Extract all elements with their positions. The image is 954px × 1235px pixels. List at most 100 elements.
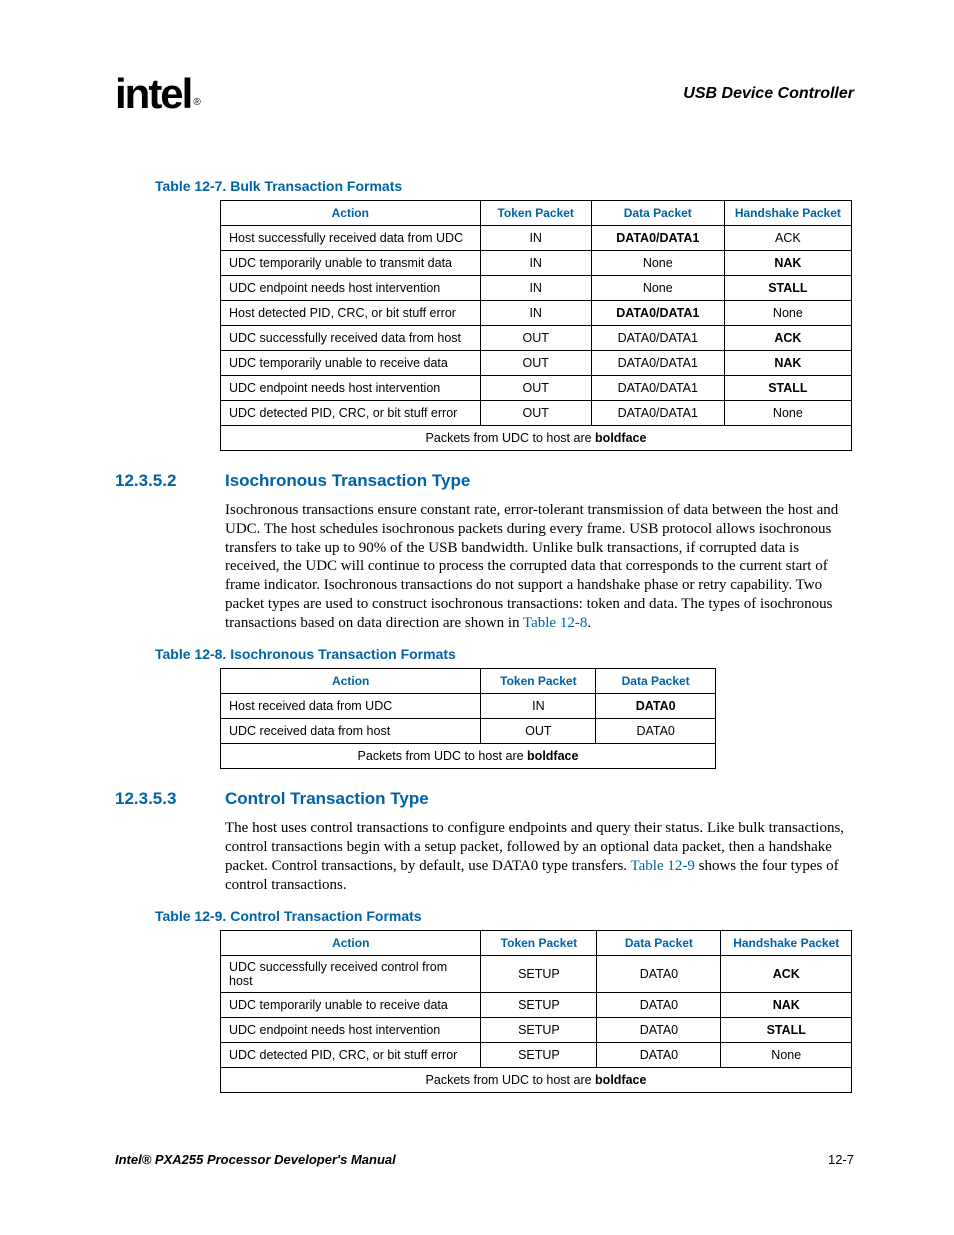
table-12-8: Action Token Packet Data Packet Host rec… [220, 668, 716, 769]
footer-page-number: 12-7 [828, 1152, 854, 1167]
section-number: 12.3.5.2 [115, 471, 225, 491]
cell-data: DATA0 [596, 719, 716, 744]
table-12-8-caption: Table 12-8. Isochronous Transaction Form… [155, 646, 854, 662]
table-footer: Packets from UDC to host are boldface [221, 744, 716, 769]
footer-bold: boldface [595, 431, 646, 445]
table-row: UDC endpoint needs host interventionSETU… [221, 1018, 852, 1043]
cell-action: UDC endpoint needs host intervention [221, 276, 481, 301]
cell-token: IN [480, 301, 591, 326]
para-post: . [587, 615, 591, 631]
cell-token: SETUP [481, 1043, 597, 1068]
cell-data: DATA0/DATA1 [591, 326, 724, 351]
col-handshake: Handshake Packet [724, 201, 851, 226]
table-row: UDC detected PID, CRC, or bit stuff erro… [221, 1043, 852, 1068]
cell-handshake: ACK [721, 956, 852, 993]
cell-token: OUT [480, 376, 591, 401]
footer-prefix: Packets from UDC to host are [426, 1073, 596, 1087]
table-row: UDC endpoint needs host interventionINNo… [221, 276, 852, 301]
col-data: Data Packet [597, 931, 721, 956]
cell-data: DATA0 [597, 993, 721, 1018]
cell-handshake: NAK [721, 993, 852, 1018]
table-header-row: Action Token Packet Data Packet Handshak… [221, 931, 852, 956]
table-header-row: Action Token Packet Data Packet Handshak… [221, 201, 852, 226]
cell-token: SETUP [481, 1018, 597, 1043]
cell-action: UDC temporarily unable to receive data [221, 351, 481, 376]
cell-action: UDC endpoint needs host intervention [221, 1018, 481, 1043]
table-row: UDC temporarily unable to receive dataSE… [221, 993, 852, 1018]
cell-handshake: None [724, 401, 851, 426]
section-12-3-5-2-para: Isochronous transactions ensure constant… [225, 501, 854, 632]
cell-token: IN [480, 226, 591, 251]
footer-bold: boldface [527, 749, 578, 763]
cell-data: DATA0 [596, 694, 716, 719]
cell-data: DATA0/DATA1 [591, 351, 724, 376]
xref-table-12-8[interactable]: Table 12-8 [523, 615, 587, 631]
cell-handshake: None [724, 301, 851, 326]
col-data: Data Packet [591, 201, 724, 226]
table-footer-row: Packets from UDC to host are boldface [221, 426, 852, 451]
cell-token: IN [480, 276, 591, 301]
table-row: Host received data from UDCINDATA0 [221, 694, 716, 719]
cell-handshake: ACK [724, 226, 851, 251]
cell-handshake: ACK [724, 326, 851, 351]
page-header: intel® USB Device Controller [115, 70, 854, 118]
cell-action: UDC temporarily unable to transmit data [221, 251, 481, 276]
table-12-9-caption: Table 12-9. Control Transaction Formats [155, 908, 854, 924]
col-action: Action [221, 669, 481, 694]
section-title: Control Transaction Type [225, 789, 429, 809]
cell-action: UDC detected PID, CRC, or bit stuff erro… [221, 1043, 481, 1068]
cell-action: UDC successfully received data from host [221, 326, 481, 351]
cell-data: None [591, 276, 724, 301]
table-12-7-caption: Table 12-7. Bulk Transaction Formats [155, 178, 854, 194]
table-row: Host detected PID, CRC, or bit stuff err… [221, 301, 852, 326]
cell-action: Host received data from UDC [221, 694, 481, 719]
cell-token: SETUP [481, 956, 597, 993]
table-footer: Packets from UDC to host are boldface [221, 426, 852, 451]
cell-handshake: None [721, 1043, 852, 1068]
table-footer: Packets from UDC to host are boldface [221, 1068, 852, 1093]
page-footer: Intel® PXA255 Processor Developer's Manu… [115, 1152, 854, 1167]
cell-action: Host detected PID, CRC, or bit stuff err… [221, 301, 481, 326]
cell-action: UDC temporarily unable to receive data [221, 993, 481, 1018]
cell-token: OUT [480, 326, 591, 351]
cell-token: OUT [480, 351, 591, 376]
col-token: Token Packet [481, 931, 597, 956]
cell-token: IN [480, 251, 591, 276]
registered-mark: ® [193, 97, 200, 108]
col-token: Token Packet [481, 669, 596, 694]
section-title: Isochronous Transaction Type [225, 471, 470, 491]
footer-manual-title: Intel® PXA255 Processor Developer's Manu… [115, 1152, 396, 1167]
table-row: Host successfully received data from UDC… [221, 226, 852, 251]
table-row: UDC received data from hostOUTDATA0 [221, 719, 716, 744]
xref-table-12-9[interactable]: Table 12-9 [631, 858, 695, 874]
cell-data: DATA0/DATA1 [591, 401, 724, 426]
table-footer-row: Packets from UDC to host are boldface [221, 744, 716, 769]
cell-handshake: STALL [721, 1018, 852, 1043]
cell-token: OUT [480, 401, 591, 426]
cell-data: DATA0 [597, 956, 721, 993]
cell-data: DATA0 [597, 1043, 721, 1068]
table-12-7: Action Token Packet Data Packet Handshak… [220, 200, 852, 451]
cell-handshake: STALL [724, 376, 851, 401]
table-footer-row: Packets from UDC to host are boldface [221, 1068, 852, 1093]
cell-token: SETUP [481, 993, 597, 1018]
cell-action: Host successfully received data from UDC [221, 226, 481, 251]
table-row: UDC endpoint needs host interventionOUTD… [221, 376, 852, 401]
footer-bold: boldface [595, 1073, 646, 1087]
table-row: UDC temporarily unable to transmit dataI… [221, 251, 852, 276]
cell-token: IN [481, 694, 596, 719]
cell-data: DATA0/DATA1 [591, 376, 724, 401]
footer-prefix: Packets from UDC to host are [426, 431, 596, 445]
cell-action: UDC endpoint needs host intervention [221, 376, 481, 401]
cell-action: UDC detected PID, CRC, or bit stuff erro… [221, 401, 481, 426]
cell-action: UDC successfully received control from h… [221, 956, 481, 993]
table-row: UDC detected PID, CRC, or bit stuff erro… [221, 401, 852, 426]
section-12-3-5-3-heading: 12.3.5.3 Control Transaction Type [115, 789, 854, 809]
table-12-9: Action Token Packet Data Packet Handshak… [220, 930, 852, 1093]
col-action: Action [221, 931, 481, 956]
cell-data: DATA0/DATA1 [591, 301, 724, 326]
col-data: Data Packet [596, 669, 716, 694]
cell-handshake: NAK [724, 351, 851, 376]
logo-text: intel [115, 70, 191, 117]
table-row: UDC successfully received control from h… [221, 956, 852, 993]
